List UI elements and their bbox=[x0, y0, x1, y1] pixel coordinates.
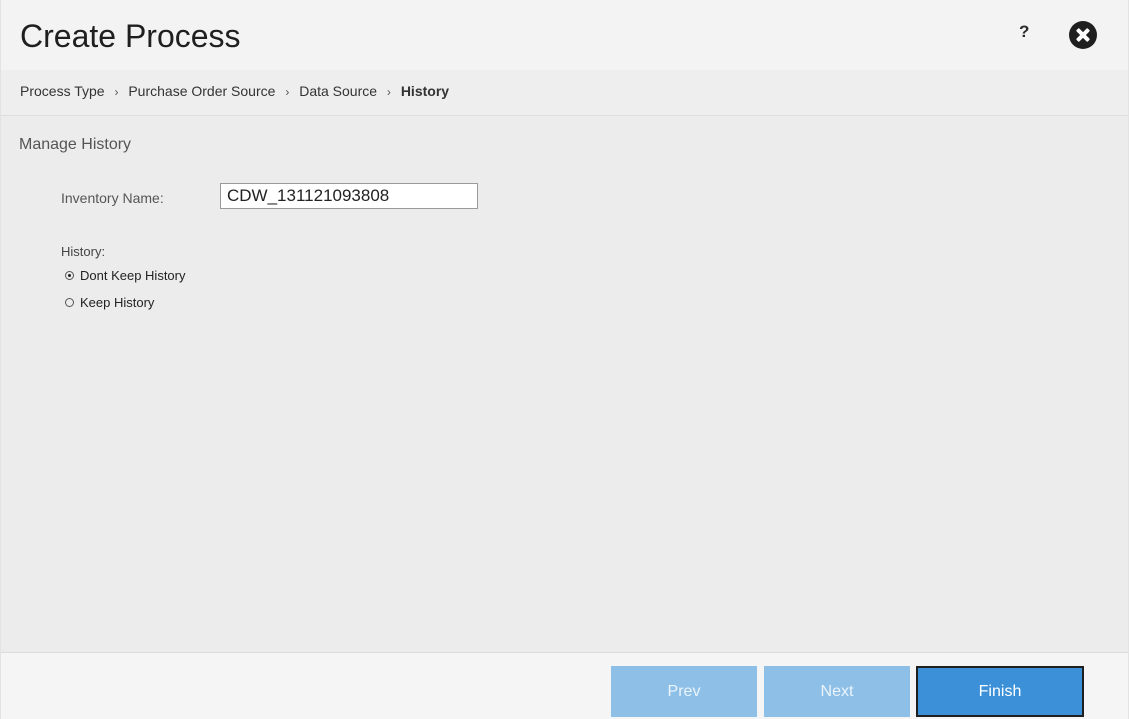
breadcrumb-item-purchase-order-source[interactable]: Purchase Order Source bbox=[128, 83, 275, 99]
inventory-name-label: Inventory Name: bbox=[61, 190, 164, 206]
close-icon[interactable] bbox=[1069, 21, 1097, 49]
inventory-name-input[interactable] bbox=[220, 183, 478, 209]
radio-button-checked[interactable] bbox=[65, 271, 74, 280]
breadcrumb: Process Type › Purchase Order Source › D… bbox=[1, 70, 1128, 116]
breadcrumb-item-history: History bbox=[400, 83, 450, 99]
chevron-right-icon: › bbox=[285, 85, 290, 99]
breadcrumb-item-data-source[interactable]: Data Source bbox=[299, 83, 377, 99]
dialog-header: Create Process ? bbox=[1, 0, 1128, 70]
main-content: Manage History Inventory Name: History: … bbox=[1, 116, 1128, 652]
help-icon[interactable]: ? bbox=[1019, 22, 1029, 42]
section-title: Manage History bbox=[19, 136, 132, 153]
radio-label: Dont Keep History bbox=[80, 268, 186, 283]
radio-button-unchecked[interactable] bbox=[65, 298, 74, 307]
finish-button[interactable]: Finish bbox=[916, 666, 1084, 717]
create-process-dialog: Create Process ? Process Type › Purchase… bbox=[0, 0, 1129, 719]
dialog-footer: Prev Next Finish bbox=[1, 652, 1128, 719]
chevron-right-icon: › bbox=[114, 85, 119, 99]
dialog-title: Create Process bbox=[20, 18, 241, 54]
radio-label: Keep History bbox=[80, 295, 155, 310]
radio-keep-history[interactable]: Keep History bbox=[65, 295, 154, 310]
next-button[interactable]: Next bbox=[764, 666, 910, 717]
radio-dont-keep-history[interactable]: Dont Keep History bbox=[65, 268, 186, 283]
history-label: History: bbox=[61, 244, 106, 259]
chevron-right-icon: › bbox=[386, 85, 391, 99]
breadcrumb-item-process-type[interactable]: Process Type bbox=[20, 83, 105, 99]
prev-button[interactable]: Prev bbox=[611, 666, 757, 717]
